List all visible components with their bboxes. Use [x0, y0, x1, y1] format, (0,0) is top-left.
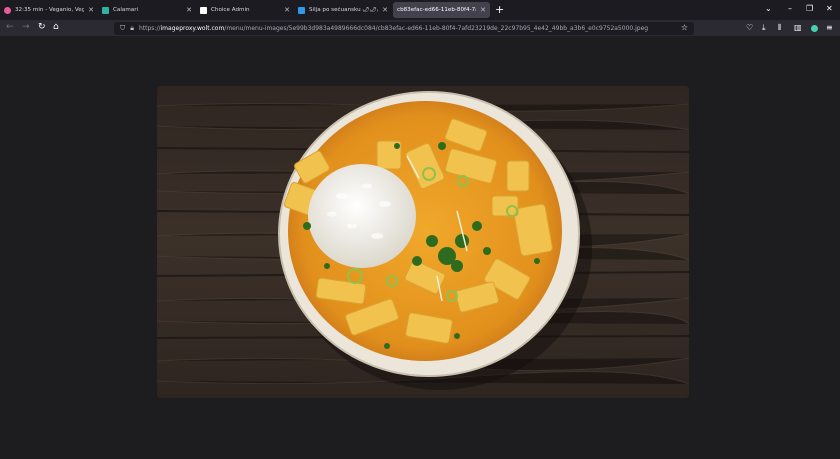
- tab-favicon: [200, 6, 207, 14]
- arrow-left-icon[interactable]: ←: [6, 22, 14, 33]
- minimize-icon[interactable]: –: [788, 4, 792, 13]
- tab-strip: 32:35 min - Veganio, Veganio - ✕ Calamar…: [0, 0, 840, 20]
- url-path: /menu/menu-images/5e99b3d983a4989666dc08…: [224, 24, 649, 32]
- close-icon[interactable]: ✕: [284, 6, 290, 14]
- bookmark-star-icon[interactable]: ☆: [681, 23, 688, 32]
- tab-favicon: [298, 6, 305, 14]
- downloads-icon[interactable]: ⤓: [762, 23, 766, 33]
- tab-title: 32:35 min - Veganio, Veganio -: [15, 7, 85, 13]
- url-host: imageproxy.wolt.com: [160, 24, 225, 32]
- tab-title: Silja po sečuansku 🌶🌶🌶 (1: [309, 7, 378, 13]
- new-tab-plus-icon[interactable]: +: [495, 3, 504, 16]
- close-icon[interactable]: ✕: [480, 6, 486, 14]
- tab-choice-admin[interactable]: Choice Admin ✕: [196, 2, 294, 18]
- tab-title: Calamari: [113, 7, 139, 13]
- chevron-down-icon[interactable]: ⌄: [765, 4, 772, 13]
- menu-hamburger-icon[interactable]: ≡: [826, 23, 833, 32]
- lock-icon[interactable]: 🔒︎: [130, 24, 134, 33]
- tab-favicon: [102, 6, 109, 14]
- home-icon[interactable]: ⌂: [53, 22, 59, 33]
- close-icon[interactable]: ✕: [382, 6, 388, 14]
- tab-title: Choice Admin: [211, 7, 250, 13]
- shield-icon[interactable]: ⛉: [120, 24, 125, 33]
- tab-calamari[interactable]: Calamari ✕: [98, 2, 196, 18]
- reload-icon[interactable]: ↻: [38, 22, 46, 33]
- arrow-right-icon[interactable]: →: [22, 22, 30, 33]
- tab-silja[interactable]: Silja po sečuansku 🌶🌶🌶 (1 ✕: [294, 2, 392, 18]
- tab-veganio[interactable]: 32:35 min - Veganio, Veganio - ✕: [0, 2, 98, 18]
- url-text[interactable]: https://imageproxy.wolt.com/menu/menu-im…: [139, 25, 648, 32]
- pocket-icon[interactable]: ♡: [746, 23, 753, 32]
- extension-icon[interactable]: [811, 25, 818, 32]
- url-bar[interactable]: ⛉ 🔒︎ https://imageproxy.wolt.com/menu/me…: [114, 21, 694, 35]
- tab-title: cb83efac-ed66-11eb-80f4-7afd23: [397, 7, 476, 13]
- close-icon[interactable]: ✕: [186, 6, 192, 14]
- close-icon[interactable]: ✕: [88, 6, 94, 14]
- library-icon[interactable]: ⫴: [778, 23, 781, 33]
- tab-favicon: [4, 6, 11, 14]
- food-photo[interactable]: [157, 86, 689, 398]
- url-scheme: https://: [138, 24, 161, 32]
- maximize-icon[interactable]: ❐: [806, 4, 813, 13]
- sidebar-icon[interactable]: ▥: [794, 23, 802, 32]
- close-window-icon[interactable]: ✕: [826, 4, 833, 13]
- navigation-bar: ← → ↻ ⌂ ⛉ 🔒︎ https://imageproxy.wolt.com…: [0, 20, 840, 36]
- tab-image-active[interactable]: cb83efac-ed66-11eb-80f4-7afd23 ✕: [393, 2, 490, 18]
- curry-bowl-image: [157, 86, 689, 398]
